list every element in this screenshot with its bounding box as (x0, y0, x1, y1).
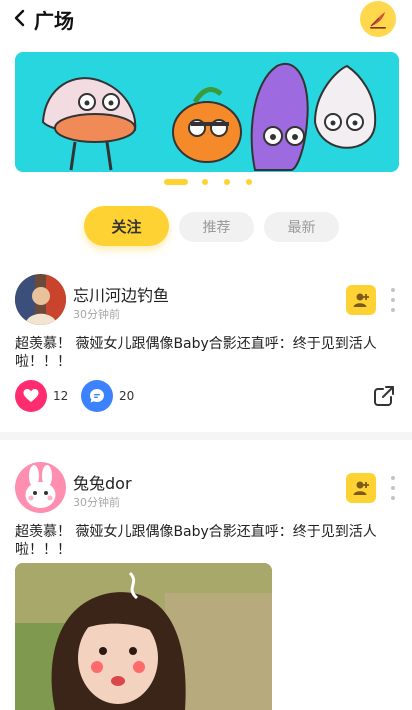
back-button[interactable] (8, 6, 32, 30)
post-actions: 12 20 (0, 380, 412, 414)
post-divider (0, 432, 412, 440)
avatar[interactable] (15, 462, 66, 513)
user-avatar-image (15, 274, 66, 325)
like-count: 12 (53, 389, 69, 403)
girl-photo-image (15, 563, 272, 710)
compose-button[interactable] (360, 1, 396, 37)
carousel-indicator (164, 178, 268, 186)
more-options-icon[interactable] (388, 476, 398, 500)
quill-pen-icon (370, 12, 386, 29)
banner-carousel[interactable] (15, 52, 399, 172)
carousel-dot[interactable] (164, 179, 188, 185)
post-time: 30分钟前 (73, 308, 120, 321)
heart-icon (23, 389, 39, 402)
share-icon[interactable] (372, 384, 396, 408)
avatar[interactable] (15, 274, 66, 325)
add-user-icon (353, 481, 369, 495)
tab-latest[interactable]: 最新 (264, 212, 339, 242)
feed-tabs: 关注 推荐 最新 (0, 206, 412, 250)
post-content: 超羡慕！ 薇娅女儿跟偶像Baby合影还直呼：终于见到活人啦！！！ (15, 524, 377, 558)
page-title: 广场 (34, 9, 74, 33)
post-content: 超羡慕！ 薇娅女儿跟偶像Baby合影还直呼：终于见到活人啦！！！ (15, 336, 377, 370)
feed-post: 兔兔dor 30分钟前 超羡慕！ 薇娅女儿跟偶像Baby合影还直呼：终于见到活人… (0, 458, 412, 710)
chevron-left-icon (14, 9, 25, 27)
banner-illustration (41, 63, 377, 171)
tab-following[interactable]: 关注 (84, 206, 169, 246)
add-user-icon (353, 293, 369, 307)
post-image[interactable] (15, 563, 272, 710)
tab-recommended[interactable]: 推荐 (179, 212, 254, 242)
username[interactable]: 忘川河边钓鱼 (73, 282, 169, 306)
carousel-dot[interactable] (202, 179, 208, 185)
comment-button[interactable] (81, 380, 113, 412)
follow-button[interactable] (346, 285, 376, 315)
post-time: 30分钟前 (73, 496, 120, 509)
follow-button[interactable] (346, 473, 376, 503)
like-button[interactable] (15, 380, 47, 412)
comment-count: 20 (119, 389, 135, 403)
carousel-dot[interactable] (246, 179, 252, 185)
feed-post: 忘川河边钓鱼 30分钟前 超羡慕！ 薇娅女儿跟偶像Baby合影还直呼：终于见到活… (0, 270, 412, 430)
more-options-icon[interactable] (388, 288, 398, 312)
bunny-avatar-image (15, 462, 66, 513)
top-bar: 广场 (0, 0, 412, 40)
carousel-dot[interactable] (224, 179, 230, 185)
username[interactable]: 兔兔dor (73, 470, 132, 494)
comment-icon (90, 389, 104, 403)
